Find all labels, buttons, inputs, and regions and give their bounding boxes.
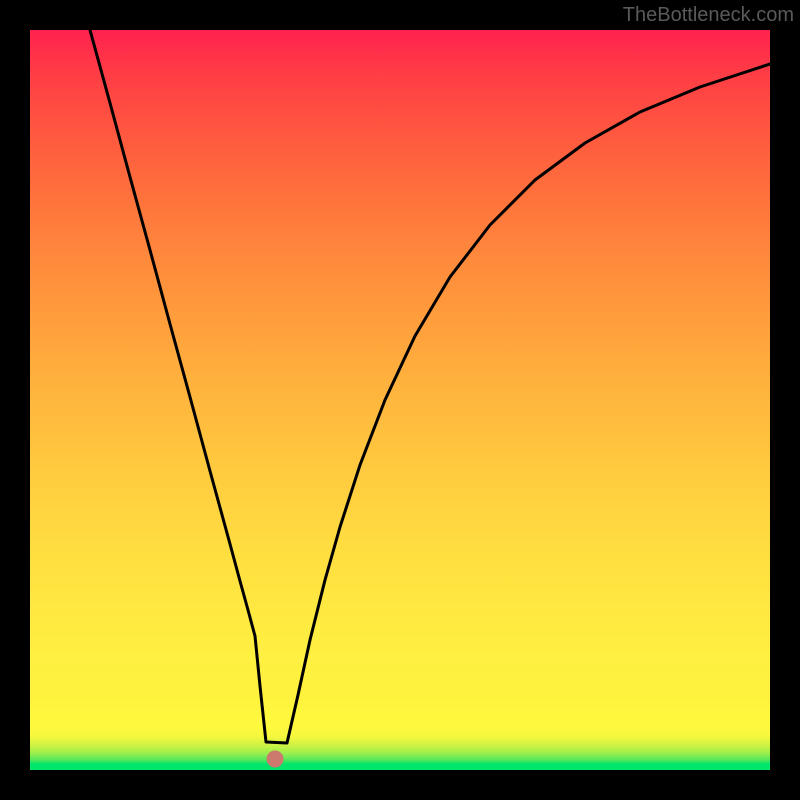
bottleneck-curve (90, 30, 770, 743)
watermark-text: TheBottleneck.com (623, 4, 794, 27)
curve-svg (30, 30, 770, 770)
plot-area (30, 30, 770, 770)
minimum-point-marker (267, 751, 284, 768)
